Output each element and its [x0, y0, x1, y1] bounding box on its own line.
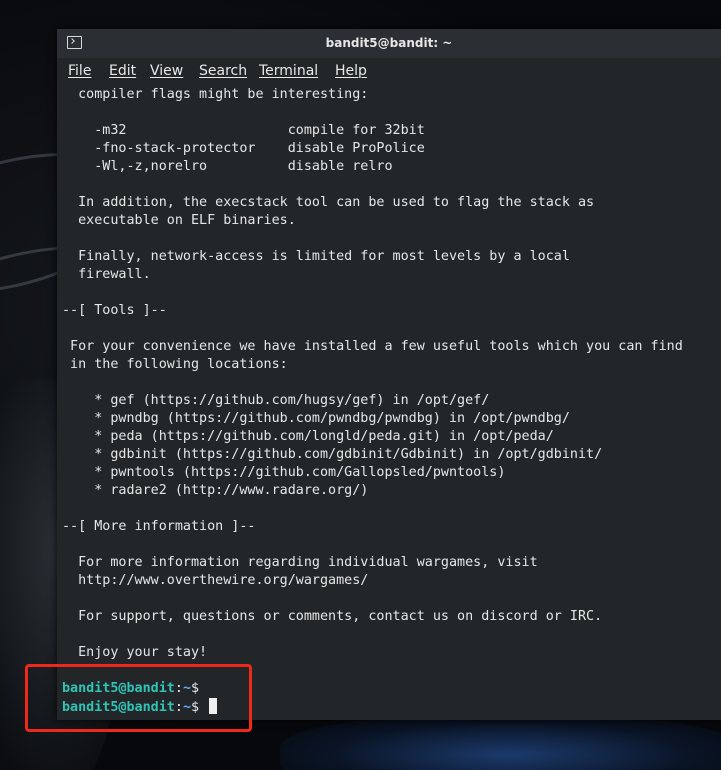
- menu-bar: File Edit View Search Terminal Help: [57, 58, 721, 84]
- window-title: bandit5@bandit: ~: [325, 36, 453, 50]
- terminal-line: * peda (https://github.com/longld/peda.g…: [62, 429, 554, 444]
- terminal-line: * pwndbg (https://github.com/pwndbg/pwnd…: [62, 411, 570, 426]
- terminal-line: --[ More information ]--: [62, 519, 256, 534]
- menu-help[interactable]: Help: [335, 63, 367, 79]
- terminal-line: -Wl,-z,norelro disable relro: [62, 159, 393, 174]
- terminal-line: For your convenience we have installed a…: [62, 339, 683, 354]
- terminal-line: in the following locations:: [62, 357, 288, 372]
- terminal-line: Enjoy your stay!: [62, 645, 208, 660]
- terminal-line: * gef (https://github.com/hugsy/gef) in …: [62, 393, 490, 408]
- menu-view[interactable]: View: [150, 63, 183, 79]
- terminal-line: firewall.: [62, 267, 151, 282]
- wallpaper-shape: [280, 715, 721, 770]
- terminal-line: -fno-stack-protector disable ProPolice: [62, 141, 425, 156]
- terminal-line: compiler flags might be interesting:: [62, 87, 369, 102]
- terminal-line: --[ Tools ]--: [62, 303, 167, 318]
- menu-search[interactable]: Search: [199, 63, 247, 79]
- terminal-line: For support, questions or comments, cont…: [62, 609, 603, 624]
- terminal-window[interactable]: bandit5@bandit: ~ File Edit View Search …: [57, 29, 721, 720]
- highlight-annotation-box: [25, 664, 252, 732]
- terminal-line: * gdbinit (https://github.com/gdbinit/Gd…: [62, 447, 603, 462]
- menu-terminal[interactable]: Terminal: [259, 63, 318, 79]
- terminal-output[interactable]: compiler flags might be interesting: -m3…: [57, 84, 721, 720]
- menu-edit[interactable]: Edit: [109, 63, 136, 79]
- terminal-line: http://www.overthewire.org/wargames/: [62, 573, 369, 588]
- terminal-line: For more information regarding individua…: [62, 555, 538, 570]
- menu-file[interactable]: File: [68, 63, 91, 79]
- terminal-line: -m32 compile for 32bit: [62, 123, 425, 138]
- terminal-line: Finally, network-access is limited for m…: [62, 249, 570, 264]
- terminal-line: executable on ELF binaries.: [62, 213, 296, 228]
- terminal-line: * pwntools (https://github.com/Gallopsle…: [62, 465, 506, 480]
- window-titlebar[interactable]: bandit5@bandit: ~: [57, 29, 721, 58]
- terminal-line: * radare2 (http://www.radare.org/): [62, 483, 369, 498]
- terminal-line: In addition, the execstack tool can be u…: [62, 195, 595, 210]
